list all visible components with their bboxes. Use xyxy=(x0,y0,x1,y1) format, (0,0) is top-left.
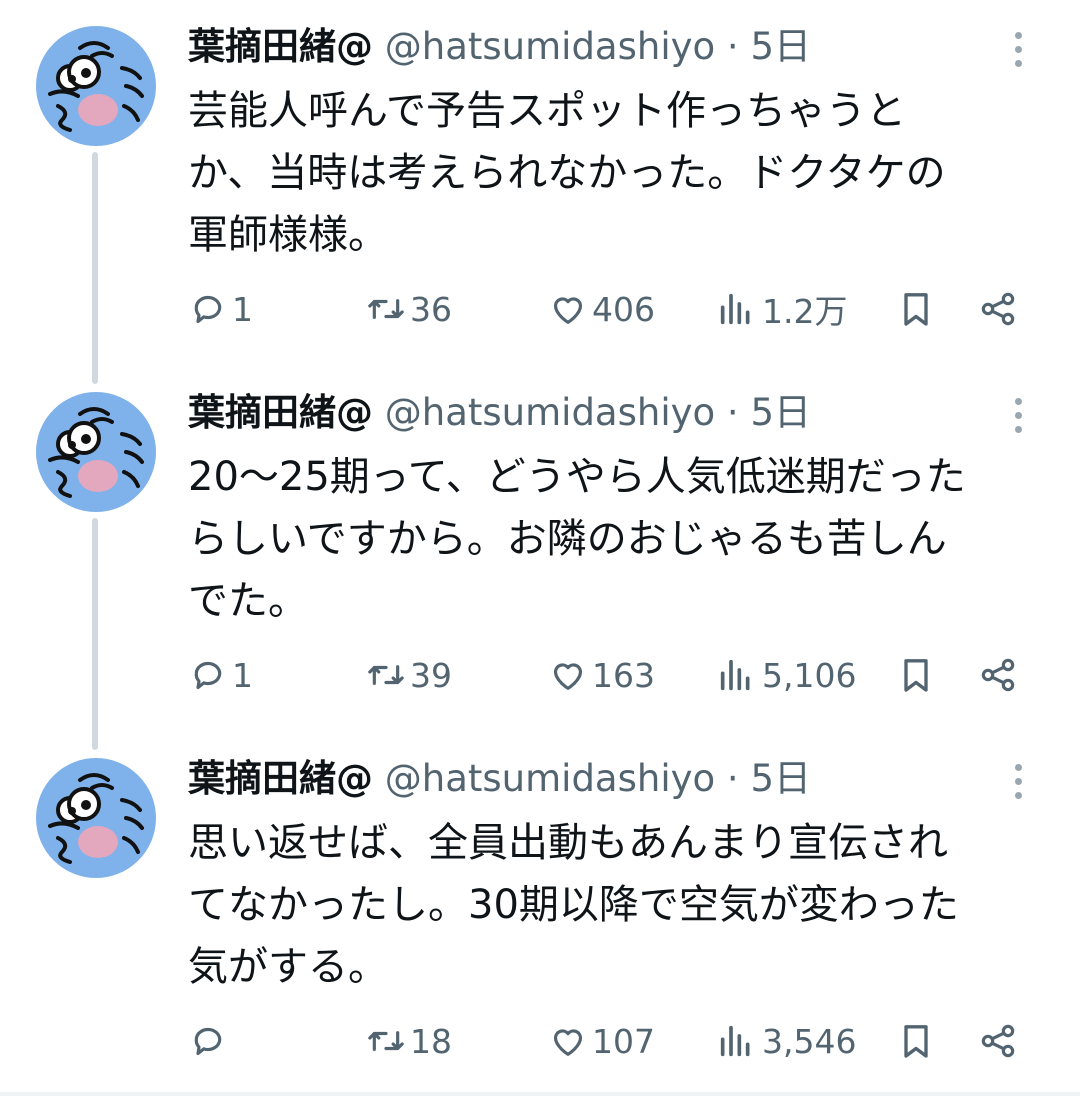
like-count: 406 xyxy=(592,289,655,329)
views-icon xyxy=(720,1025,750,1057)
reply-icon xyxy=(194,661,222,690)
retweet-icon xyxy=(368,665,404,685)
tweet-header: 葉摘田緒@ @hatsumidashiyo · 5日 xyxy=(188,754,811,804)
tweet-text-line: 思い返せば、全員出動もあんまり宣伝され xyxy=(188,820,948,866)
avatar[interactable] xyxy=(36,26,156,146)
action-bar: 18 107 3,546 xyxy=(0,1016,1080,1066)
view-count: 3,546 xyxy=(762,1021,857,1061)
tweet-text: 芸能人呼んで予告スポット作っちゃうと か、当時は考えられなかった。ドクタケの 軍… xyxy=(188,80,1048,266)
thread-page: { "colors": {"text": "#0f1419", "seconda… xyxy=(0,0,1080,1096)
bookmark-icon xyxy=(904,1025,928,1058)
tweet[interactable]: 葉摘田緒@ @hatsumidashiyo · 5日 思い返せば、全員出動もあん… xyxy=(0,732,1080,1098)
views-button[interactable]: 1.2万 xyxy=(716,284,847,334)
views-icon xyxy=(720,659,750,691)
like-count: 107 xyxy=(592,1021,655,1061)
tweet-text-line: 気がする。 xyxy=(188,944,388,990)
tweet-text: 思い返せば、全員出動もあんまり宣伝され てなかったし。30期以降で空気が変わった… xyxy=(188,812,1048,998)
reply-icon xyxy=(194,295,222,324)
tweet-text-line: でた。 xyxy=(188,578,308,624)
tweet-header: 葉摘田緒@ @hatsumidashiyo · 5日 xyxy=(188,388,811,438)
display-name[interactable]: 葉摘田緒@ xyxy=(188,757,373,800)
views-button[interactable]: 5,106 xyxy=(716,650,856,700)
tweet[interactable]: 葉摘田緒@ @hatsumidashiyo · 5日 20〜25期って、どうやら… xyxy=(0,366,1080,750)
bookmark-icon xyxy=(904,293,928,326)
retweet-button[interactable]: 18 xyxy=(366,1016,452,1066)
reply-button[interactable]: 1 xyxy=(188,650,253,700)
display-name[interactable]: 葉摘田緒@ xyxy=(188,25,373,68)
share-icon xyxy=(981,1024,1015,1058)
more-vertical-icon[interactable] xyxy=(1006,30,1030,70)
like-button[interactable]: 163 xyxy=(548,650,655,700)
reply-button[interactable] xyxy=(188,1016,232,1066)
share-icon xyxy=(981,292,1015,326)
view-count: 5,106 xyxy=(762,655,857,695)
user-handle[interactable]: @hatsumidashiyo xyxy=(385,391,715,434)
bookmark-button[interactable] xyxy=(896,650,936,700)
share-button[interactable] xyxy=(978,284,1018,334)
tweet-text-line: 軍師様様。 xyxy=(188,212,388,258)
share-button[interactable] xyxy=(978,1016,1018,1066)
retweet-count: 39 xyxy=(410,655,452,695)
thread-connector xyxy=(92,152,98,384)
divider xyxy=(0,1092,1080,1096)
tweet-text-line: 芸能人呼んで予告スポット作っちゃうと xyxy=(188,88,906,134)
retweet-count: 18 xyxy=(410,1021,452,1061)
share-icon xyxy=(981,658,1015,692)
more-vertical-icon[interactable] xyxy=(1006,762,1030,802)
tweet-text-line: 20〜25期って、どうやら人気低迷期だった xyxy=(188,454,966,500)
tweet-text-line: てなかったし。30期以降で空気が変わった xyxy=(188,882,959,928)
action-bar: 1 36 406 1.2万 xyxy=(0,284,1080,334)
avatar-illustration xyxy=(48,41,144,132)
views-button[interactable]: 3,546 xyxy=(716,1016,856,1066)
thread-connector xyxy=(92,518,98,750)
reply-count: 1 xyxy=(232,289,253,329)
avatar-illustration xyxy=(48,407,144,498)
retweet-button[interactable]: 39 xyxy=(366,650,452,700)
tweet-text-line: か、当時は考えられなかった。ドクタケの xyxy=(188,150,946,196)
separator-dot: · xyxy=(726,25,739,68)
bookmark-button[interactable] xyxy=(896,284,936,334)
avatar-illustration xyxy=(48,773,144,864)
reply-count: 1 xyxy=(232,655,253,695)
tweet-header: 葉摘田緒@ @hatsumidashiyo · 5日 xyxy=(188,22,811,72)
separator-dot: · xyxy=(726,757,739,800)
tweet-text-line: らしいですから。お隣のおじゃるも苦しん xyxy=(188,516,947,562)
more-vertical-icon[interactable] xyxy=(1006,396,1030,436)
avatar[interactable] xyxy=(36,392,156,512)
user-handle[interactable]: @hatsumidashiyo xyxy=(385,25,715,68)
avatar[interactable] xyxy=(36,758,156,878)
retweet-count: 36 xyxy=(410,289,452,329)
timestamp[interactable]: 5日 xyxy=(750,757,811,800)
like-button[interactable]: 406 xyxy=(548,284,655,334)
share-button[interactable] xyxy=(978,650,1018,700)
retweet-icon xyxy=(368,299,404,319)
reply-icon xyxy=(194,1027,222,1056)
retweet-button[interactable]: 36 xyxy=(366,284,452,334)
tweet[interactable]: 葉摘田緒@ @hatsumidashiyo · 5日 芸能人呼んで予告スポット作… xyxy=(0,0,1080,384)
timestamp[interactable]: 5日 xyxy=(750,25,811,68)
bookmark-icon xyxy=(904,659,928,692)
heart-icon xyxy=(553,297,583,324)
like-count: 163 xyxy=(592,655,655,695)
retweet-icon xyxy=(368,1031,404,1051)
action-bar: 1 39 163 5,106 xyxy=(0,650,1080,700)
separator-dot: · xyxy=(726,391,739,434)
reply-button[interactable]: 1 xyxy=(188,284,253,334)
view-count: 1.2万 xyxy=(762,292,848,331)
tweet-text: 20〜25期って、どうやら人気低迷期だった らしいですから。お隣のおじゃるも苦し… xyxy=(188,446,1048,632)
like-button[interactable]: 107 xyxy=(548,1016,655,1066)
views-icon xyxy=(720,293,750,325)
heart-icon xyxy=(553,1029,583,1056)
heart-icon xyxy=(553,663,583,690)
bookmark-button[interactable] xyxy=(896,1016,936,1066)
display-name[interactable]: 葉摘田緒@ xyxy=(188,391,373,434)
timestamp[interactable]: 5日 xyxy=(750,391,811,434)
user-handle[interactable]: @hatsumidashiyo xyxy=(385,757,715,800)
